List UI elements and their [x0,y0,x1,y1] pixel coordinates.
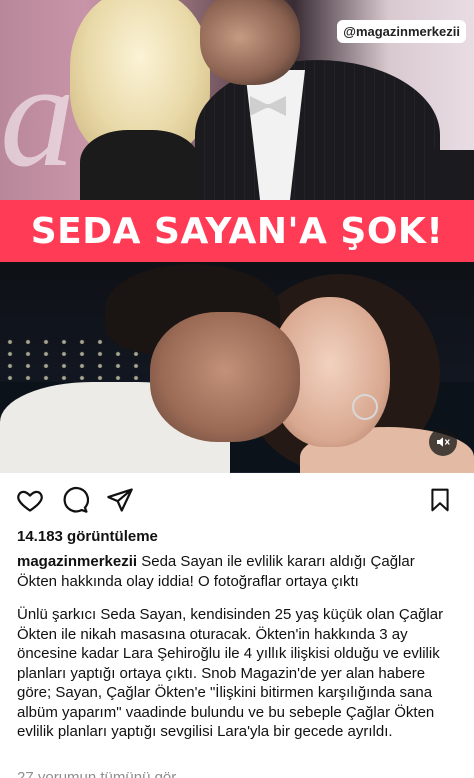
handle-badge: @magazinmerkezii [337,20,466,43]
bottom-photo [0,262,474,473]
post-media[interactable]: a @magazinmerkezii SEDA SAYAN'A ŞOK! [0,0,474,473]
view-all-comments-link[interactable]: 27 yorumun tümünü gör [17,768,176,778]
speaker-muted-icon[interactable] [429,428,457,456]
action-bar [0,484,474,516]
heart-icon[interactable] [14,484,46,516]
view-count[interactable]: 14.183 görüntüleme [17,528,158,545]
headline-text: SEDA SAYAN'A ŞOK! [30,210,444,252]
comment-bubble-icon[interactable] [59,484,91,516]
bookmark-icon[interactable] [424,484,456,516]
top-photo: a @magazinmerkezii [0,0,474,210]
headline-banner: SEDA SAYAN'A ŞOK! [0,200,474,262]
caption-username[interactable]: magazinmerkezii [17,553,137,570]
caption: magazinmerkezii Seda Sayan ile evlilik k… [17,552,457,591]
post-body-text: Ünlü şarkıcı Seda Sayan, kendisinden 25 … [17,606,444,740]
paper-plane-icon[interactable] [104,484,136,516]
